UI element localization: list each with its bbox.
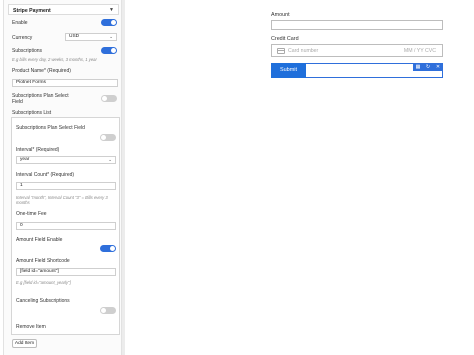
subscriptions-label: Subscriptions xyxy=(12,48,43,54)
one-time-fee-value: 0 xyxy=(20,223,23,228)
toggle-knob xyxy=(101,135,106,140)
toggle-knob xyxy=(111,48,116,53)
canceling-subscriptions-toggle[interactable] xyxy=(100,307,116,314)
item-plan-select-field-toggle[interactable] xyxy=(100,134,116,141)
close-icon[interactable]: ✕ xyxy=(434,64,442,71)
item-plan-select-field-label: Subscriptions Plan Select Field xyxy=(16,125,85,131)
grid-icon[interactable]: ▦ xyxy=(414,64,422,71)
panel-header[interactable]: Stripe Payment ▼ xyxy=(8,4,119,15)
one-time-fee-label: One-time Fee xyxy=(16,211,47,217)
collapse-caret-icon[interactable]: ▼ xyxy=(109,7,114,13)
refresh-icon[interactable]: ↻ xyxy=(424,64,432,71)
amount-field-enable-label: Amount Field Enable xyxy=(16,237,63,243)
amount-input[interactable] xyxy=(271,20,443,30)
amount-field-shortcode-label: Amount Field Shortcode xyxy=(16,258,70,264)
subscriptions-help: E.g bills every day, 2 weeks, 3 months, … xyxy=(12,57,97,62)
remove-item-link[interactable]: Remove Item xyxy=(16,324,46,330)
amount-field-shortcode-value: [field id="amount"] xyxy=(20,269,59,274)
product-name-input[interactable]: Piotnet Forms xyxy=(12,79,118,87)
enable-toggle[interactable] xyxy=(101,19,117,26)
subscription-item: Subscriptions Plan Select Field Interval… xyxy=(11,117,120,335)
credit-card-label: Credit Card xyxy=(271,36,299,42)
subscriptions-toggle[interactable] xyxy=(101,47,117,54)
interval-count-label: Interval Count* (Required) xyxy=(16,172,75,178)
canceling-subscriptions-label: Canceling Subscriptions xyxy=(16,298,70,304)
credit-card-icon xyxy=(277,48,285,54)
currency-select[interactable]: USD ⌄ xyxy=(65,33,117,41)
toggle-knob xyxy=(102,96,107,101)
toggle-knob xyxy=(101,308,106,313)
mm-yy-cvc-placeholder: MM / YY CVC xyxy=(403,48,436,54)
submit-button[interactable]: Submit xyxy=(271,63,306,78)
add-item-button[interactable]: Add Item xyxy=(12,339,37,348)
plan-select-field-label-line2: Field xyxy=(12,99,23,105)
interval-count-value: 1 xyxy=(20,183,23,188)
settings-panel: Stripe Payment ▼ Enable Currency USD ⌄ S… xyxy=(3,0,122,355)
interval-count-help-line2: months xyxy=(16,200,30,205)
panel-divider[interactable] xyxy=(122,0,125,355)
amount-label: Amount xyxy=(271,12,290,18)
interval-value: year xyxy=(20,157,30,162)
toggle-knob xyxy=(111,20,116,25)
interval-count-input[interactable]: 1 xyxy=(16,182,116,190)
chevron-down-icon: ⌄ xyxy=(108,157,112,162)
amount-field-shortcode-input[interactable]: [field id="amount"] xyxy=(16,268,116,276)
currency-value: USD xyxy=(69,34,80,39)
one-time-fee-input[interactable]: 0 xyxy=(16,222,116,230)
enable-label: Enable xyxy=(12,20,28,26)
product-name-value: Piotnet Forms xyxy=(16,80,46,85)
plan-select-field-toggle[interactable] xyxy=(101,95,117,102)
chevron-down-icon: ⌄ xyxy=(109,34,113,39)
card-number-placeholder: Card number xyxy=(288,48,319,54)
subscriptions-list-label: Subscriptions List xyxy=(12,110,52,116)
amount-field-shortcode-help: E.g [field id="amount_yearly"] xyxy=(16,280,71,285)
product-name-label: Product Name* (Required) xyxy=(12,68,71,74)
amount-field-enable-toggle[interactable] xyxy=(100,245,116,252)
toggle-knob xyxy=(110,246,115,251)
panel-title: Stripe Payment xyxy=(13,7,51,14)
credit-card-input[interactable]: Card number MM / YY CVC xyxy=(271,44,443,57)
widget-toolbar: ▦ ↻ ✕ xyxy=(413,64,443,71)
interval-label: Interval* (Required) xyxy=(16,147,60,153)
currency-label: Currency xyxy=(12,35,33,41)
interval-select[interactable]: year ⌄ xyxy=(16,156,116,164)
